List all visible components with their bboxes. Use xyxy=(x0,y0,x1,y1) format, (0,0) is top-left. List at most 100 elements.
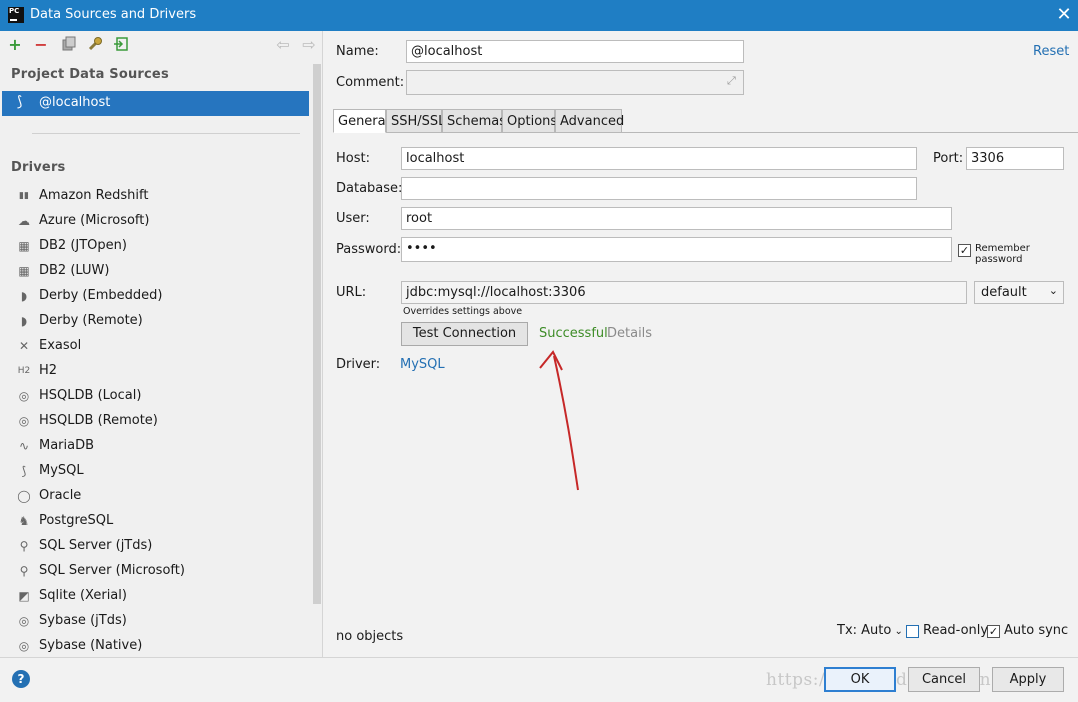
expand-icon[interactable]: ⤢ xyxy=(727,74,736,88)
sybase-icon: ◎ xyxy=(18,639,30,653)
driver-label: Exasol xyxy=(39,338,82,353)
host-label: Host: xyxy=(336,151,370,166)
host-field[interactable]: localhost xyxy=(401,147,917,170)
properties-icon[interactable] xyxy=(86,36,104,54)
remove-icon[interactable]: − xyxy=(32,36,50,54)
driver-item[interactable]: ◎ Sybase (jTds) xyxy=(0,609,310,634)
url-field[interactable]: jdbc:mysql://localhost:3306 xyxy=(401,281,967,304)
duplicate-icon[interactable] xyxy=(60,36,78,54)
driver-link[interactable]: MySQL xyxy=(400,357,445,372)
db2-icon: ▦ xyxy=(18,239,30,253)
driver-item[interactable]: ⚲ SQL Server (jTds) xyxy=(0,534,310,559)
driver-label: HSQLDB (Remote) xyxy=(39,413,158,428)
driver-item[interactable]: ✕ Exasol xyxy=(0,334,310,359)
password-field[interactable]: •••• xyxy=(401,237,952,262)
driver-label: Azure (Microsoft) xyxy=(39,213,150,228)
sqlserver-icon: ⚲ xyxy=(19,564,29,578)
driver-item[interactable]: ◩ Sqlite (Xerial) xyxy=(0,584,310,609)
driver-item[interactable]: ☁ Azure (Microsoft) xyxy=(0,209,310,234)
driver-item[interactable]: ▦ DB2 (JTOpen) xyxy=(0,234,310,259)
tab-general[interactable]: General xyxy=(333,109,389,133)
driver-item[interactable]: ◗ Derby (Embedded) xyxy=(0,284,310,309)
chevron-down-icon: ⌄ xyxy=(1048,284,1058,297)
apply-button[interactable]: Apply xyxy=(992,667,1064,692)
driver-item[interactable]: ◎ Sybase (Native) xyxy=(0,634,310,659)
close-icon[interactable]: ✕ xyxy=(1053,3,1075,27)
driver-item[interactable]: ∿ MariaDB xyxy=(0,434,310,459)
url-hint: Overrides settings above xyxy=(403,306,523,317)
chevron-down-icon: ⌄ xyxy=(891,626,903,637)
tab-options[interactable]: Options xyxy=(502,109,557,133)
mariadb-icon: ∿ xyxy=(18,439,30,453)
port-field[interactable]: 3306 xyxy=(966,147,1064,170)
driver-item[interactable]: ◗ Derby (Remote) xyxy=(0,309,310,334)
driver-label: Derby (Remote) xyxy=(39,313,143,328)
details-link[interactable]: Details xyxy=(607,326,652,341)
cancel-button[interactable]: Cancel xyxy=(908,667,980,692)
driver-item[interactable]: ◎ HSQLDB (Remote) xyxy=(0,409,310,434)
driver-item[interactable]: ⟆ MySQL xyxy=(0,459,310,484)
driver-label: SQL Server (jTds) xyxy=(39,538,153,553)
driver-item[interactable]: H2 H2 xyxy=(0,359,310,384)
url-label: URL: xyxy=(336,285,367,300)
driver-label: DB2 (LUW) xyxy=(39,263,110,278)
driver-item[interactable]: ♞ PostgreSQL xyxy=(0,509,310,534)
sqlserver-icon: ⚲ xyxy=(19,539,29,553)
forward-icon[interactable]: ⇨ xyxy=(300,36,318,54)
comment-field[interactable] xyxy=(406,70,744,95)
exasol-icon: ✕ xyxy=(18,339,30,353)
auto-sync-label: Auto sync xyxy=(1004,623,1069,638)
postgresql-icon: ♞ xyxy=(18,514,30,528)
user-field[interactable]: root xyxy=(401,207,952,230)
left-scrollbar[interactable] xyxy=(313,64,321,604)
hsqldb-icon: ◎ xyxy=(18,389,30,403)
drivers-title: Drivers xyxy=(11,160,66,175)
oracle-icon: ◯ xyxy=(17,489,31,503)
driver-label: Oracle xyxy=(39,488,82,503)
reset-link[interactable]: Reset xyxy=(1033,44,1069,59)
ok-button[interactable]: OK xyxy=(824,667,896,692)
driver-item[interactable]: ▦ DB2 (LUW) xyxy=(0,259,310,284)
driver-item[interactable]: ▮▮ Amazon Redshift xyxy=(0,184,310,209)
help-icon[interactable]: ? xyxy=(12,670,30,688)
driver-label: Sybase (Native) xyxy=(39,638,143,653)
tab-ssh-ssl[interactable]: SSH/SSL xyxy=(386,109,445,133)
read-only-label: Read-only xyxy=(923,623,989,638)
import-icon[interactable] xyxy=(112,36,130,54)
mysql-icon: ⟆ xyxy=(17,94,23,110)
database-field[interactable] xyxy=(401,177,917,200)
derby-icon: ◗ xyxy=(20,314,28,328)
driver-label: DB2 (JTOpen) xyxy=(39,238,127,253)
read-only-checkbox[interactable] xyxy=(906,625,919,638)
driver-label: Sybase (jTds) xyxy=(39,613,127,628)
driver-item[interactable]: ◯ Oracle xyxy=(0,484,310,509)
driver-label: Driver: xyxy=(336,357,381,372)
annotation-arrow xyxy=(539,350,579,491)
tab-schemas[interactable]: Schemas xyxy=(442,109,506,133)
sybase-icon: ◎ xyxy=(18,614,30,628)
hsqldb-icon: ◎ xyxy=(18,414,30,428)
name-field[interactable]: @localhost xyxy=(406,40,744,63)
project-data-sources-title: Project Data Sources xyxy=(11,67,169,82)
test-connection-button[interactable]: Test Connection xyxy=(401,322,528,346)
window-title: Data Sources and Drivers xyxy=(30,7,197,22)
data-source-item-localhost[interactable]: ⟆ @localhost xyxy=(2,91,309,116)
url-mode-select[interactable]: default ⌄ xyxy=(974,281,1064,304)
remember-password-checkbox[interactable]: ✓ xyxy=(958,244,971,257)
tx-mode-select[interactable]: Tx: Auto ⌄ xyxy=(837,623,903,638)
mysql-icon: ⟆ xyxy=(21,464,27,478)
auto-sync-checkbox[interactable]: ✓ xyxy=(987,625,1000,638)
driver-label: H2 xyxy=(39,363,58,378)
remember-password-label: Remember password xyxy=(975,243,1030,265)
driver-label: Sqlite (Xerial) xyxy=(39,588,127,603)
status-successful: Successful xyxy=(539,326,608,341)
tab-advanced[interactable]: Advanced xyxy=(555,109,624,133)
driver-item[interactable]: ⚲ SQL Server (Microsoft) xyxy=(0,559,310,584)
back-icon[interactable]: ⇦ xyxy=(274,36,292,54)
db2-icon: ▦ xyxy=(18,264,30,278)
driver-item[interactable]: ◎ HSQLDB (Local) xyxy=(0,384,310,409)
driver-label: Derby (Embedded) xyxy=(39,288,163,303)
add-icon[interactable]: + xyxy=(6,36,24,54)
driver-label: SQL Server (Microsoft) xyxy=(39,563,185,578)
sqlite-icon: ◩ xyxy=(18,589,30,603)
